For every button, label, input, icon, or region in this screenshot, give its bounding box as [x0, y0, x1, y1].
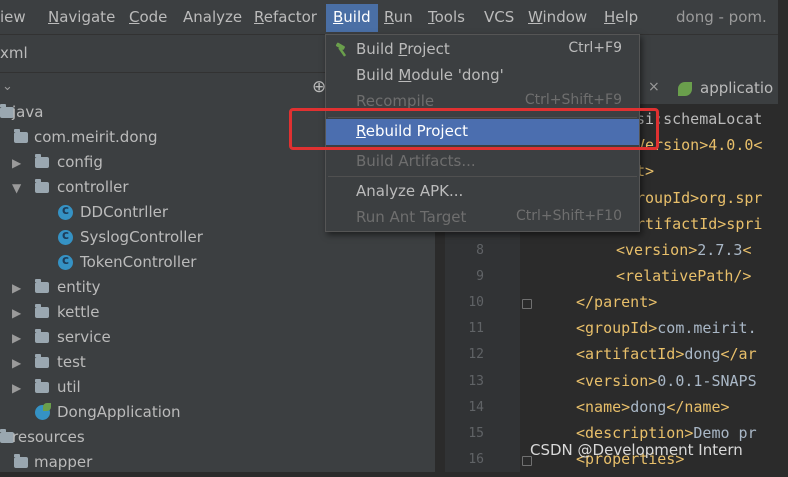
menu-build[interactable]: Build: [326, 4, 378, 32]
menu-bar: iew Navigate Code Analyze Refactor Build…: [0, 0, 788, 34]
highlight-annotation: [289, 108, 659, 150]
hammer-icon: [335, 42, 347, 57]
menu-item-build-module[interactable]: Build Module 'dong': [326, 63, 639, 89]
package-icon: [35, 179, 49, 193]
menu-item-build-artifacts: Build Artifacts...: [356, 152, 476, 170]
code-line: <groupId>com.meirit.: [576, 319, 757, 337]
menu-item-analyze-apk[interactable]: Analyze APK...: [326, 179, 639, 205]
package-icon: [35, 379, 49, 393]
watermark: CSDN @Development Intern: [530, 441, 743, 459]
line-number: 12: [468, 347, 484, 362]
folder-icon: [14, 454, 28, 468]
package-icon: [14, 129, 28, 143]
menu-code[interactable]: Code: [129, 8, 167, 26]
class-icon: [58, 253, 73, 270]
chevron-down-icon[interactable]: ▼: [12, 181, 21, 195]
menu-refactor[interactable]: Refactor: [254, 8, 317, 26]
chevron-right-icon[interactable]: ▶: [12, 306, 21, 320]
close-icon[interactable]: ×: [648, 79, 660, 95]
code-line: <version>0.0.1-SNAPS: [576, 372, 757, 390]
fold-marker-icon[interactable]: [522, 299, 532, 309]
menu-separator: [328, 176, 637, 177]
menu-vcs[interactable]: VCS: [484, 8, 514, 26]
tab-application[interactable]: applicatio: [700, 79, 773, 97]
menu-item-build-project[interactable]: Build Project Ctrl+F9: [326, 37, 639, 63]
window-edge: [778, 0, 788, 472]
code-line: <relativePath/>: [616, 267, 752, 285]
chevron-down-icon[interactable]: ⌄: [2, 79, 13, 94]
chevron-right-icon[interactable]: ▶: [12, 281, 21, 295]
chevron-right-icon[interactable]: ▶: [12, 381, 21, 395]
code-line: <version>2.7.3<: [616, 241, 752, 259]
class-icon: [58, 228, 73, 245]
code-line: </parent>: [576, 293, 658, 311]
code-line-partial: rtifactId>spri: [636, 215, 763, 233]
code-line-partial: roupId>org.spr: [636, 189, 763, 207]
code-line: <name>dong</name>: [576, 398, 730, 416]
window-title: dong - pom.: [676, 8, 767, 26]
line-number: 8: [476, 243, 484, 258]
line-number: 14: [468, 400, 484, 415]
menu-item-run-ant-target: Run Ant Target Ctrl+Shift+F10: [356, 208, 622, 226]
spring-leaf-icon: [678, 82, 692, 96]
package-icon: [35, 329, 49, 343]
spring-boot-class-icon: [35, 403, 51, 420]
line-number: 16: [468, 452, 484, 467]
menu-tools[interactable]: Tools: [428, 8, 465, 26]
package-icon: [35, 154, 49, 168]
chevron-right-icon[interactable]: ▶: [12, 356, 21, 370]
chevron-right-icon[interactable]: ▶: [12, 156, 21, 170]
line-number: 15: [468, 426, 484, 441]
line-number: 9: [476, 269, 484, 284]
line-number: 11: [468, 321, 484, 336]
menu-analyze[interactable]: Analyze: [183, 8, 242, 26]
line-number: 13: [468, 374, 484, 389]
menu-view[interactable]: iew: [0, 8, 26, 26]
package-icon: [35, 354, 49, 368]
menu-window[interactable]: Window: [528, 8, 587, 26]
code-line: <artifactId>dong</ar: [576, 345, 757, 363]
menu-navigate[interactable]: Navigate: [48, 8, 115, 26]
code-line: <description>Demo pr: [576, 424, 757, 442]
line-number: 10: [468, 295, 484, 310]
package-icon: [35, 304, 49, 318]
package-icon: [35, 279, 49, 293]
menu-help[interactable]: Help: [604, 8, 638, 26]
menu-run[interactable]: Run: [384, 8, 413, 26]
class-icon: [58, 203, 73, 220]
breadcrumb[interactable]: xml: [0, 44, 28, 62]
chevron-right-icon[interactable]: ▶: [12, 331, 21, 345]
